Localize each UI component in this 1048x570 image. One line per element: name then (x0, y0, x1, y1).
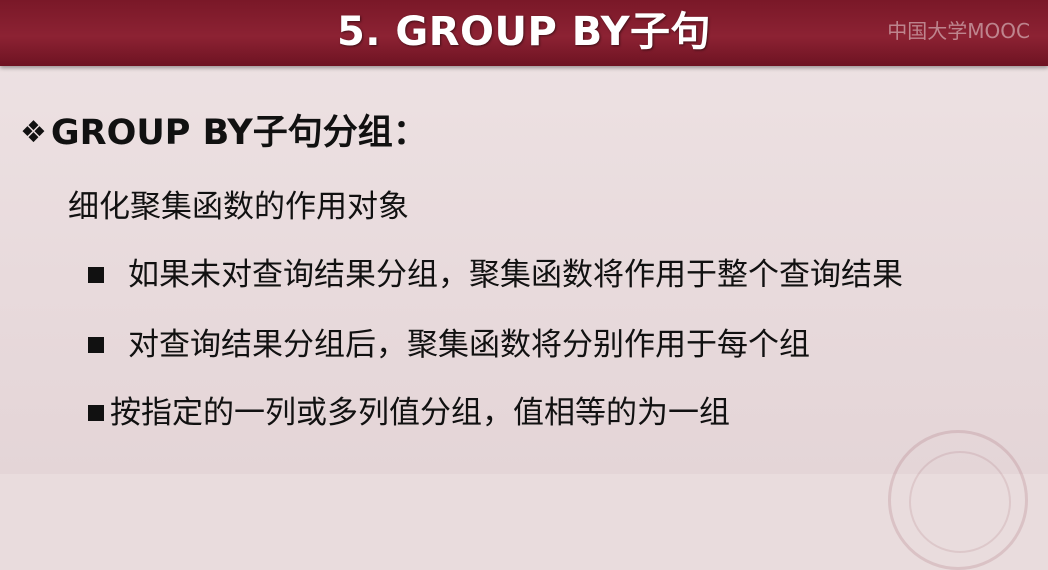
bullet-item: 对查询结果分组后，聚集函数将分别作用于每个组 (88, 322, 810, 368)
bullet-item: 如果未对查询结果分组，聚集函数将作用于整个查询结果 (88, 252, 903, 298)
bullet-text: 如果未对查询结果分组，聚集函数将作用于整个查询结果 (128, 257, 903, 293)
bullet-text: 对查询结果分组后，聚集函数将分别作用于每个组 (128, 327, 810, 363)
section-subtitle: 细化聚集函数的作用对象 (68, 189, 409, 225)
watermark-logo: 中国大学MOOC (887, 19, 1030, 43)
square-bullet-icon (88, 337, 104, 353)
diamond-bullet-icon: ❖ (20, 115, 47, 150)
university-seal-watermark (888, 430, 1028, 570)
section-heading: ❖ GROUP BY子句分组： (20, 108, 428, 158)
bullet-text: 按指定的一列或多列值分组，值相等的为一组 (110, 395, 730, 431)
section-heading-text: GROUP BY子句分组： (50, 113, 428, 153)
square-bullet-icon (88, 405, 104, 421)
bullet-item: 按指定的一列或多列值分组，值相等的为一组 (88, 390, 730, 436)
seal-inner-ring (909, 451, 1011, 553)
slide: 5. GROUP BY子句 中国大学MOOC ❖ GROUP BY子句分组： 细… (0, 0, 1048, 570)
square-bullet-icon (88, 267, 104, 283)
title-bar: 5. GROUP BY子句 中国大学MOOC (0, 0, 1048, 66)
